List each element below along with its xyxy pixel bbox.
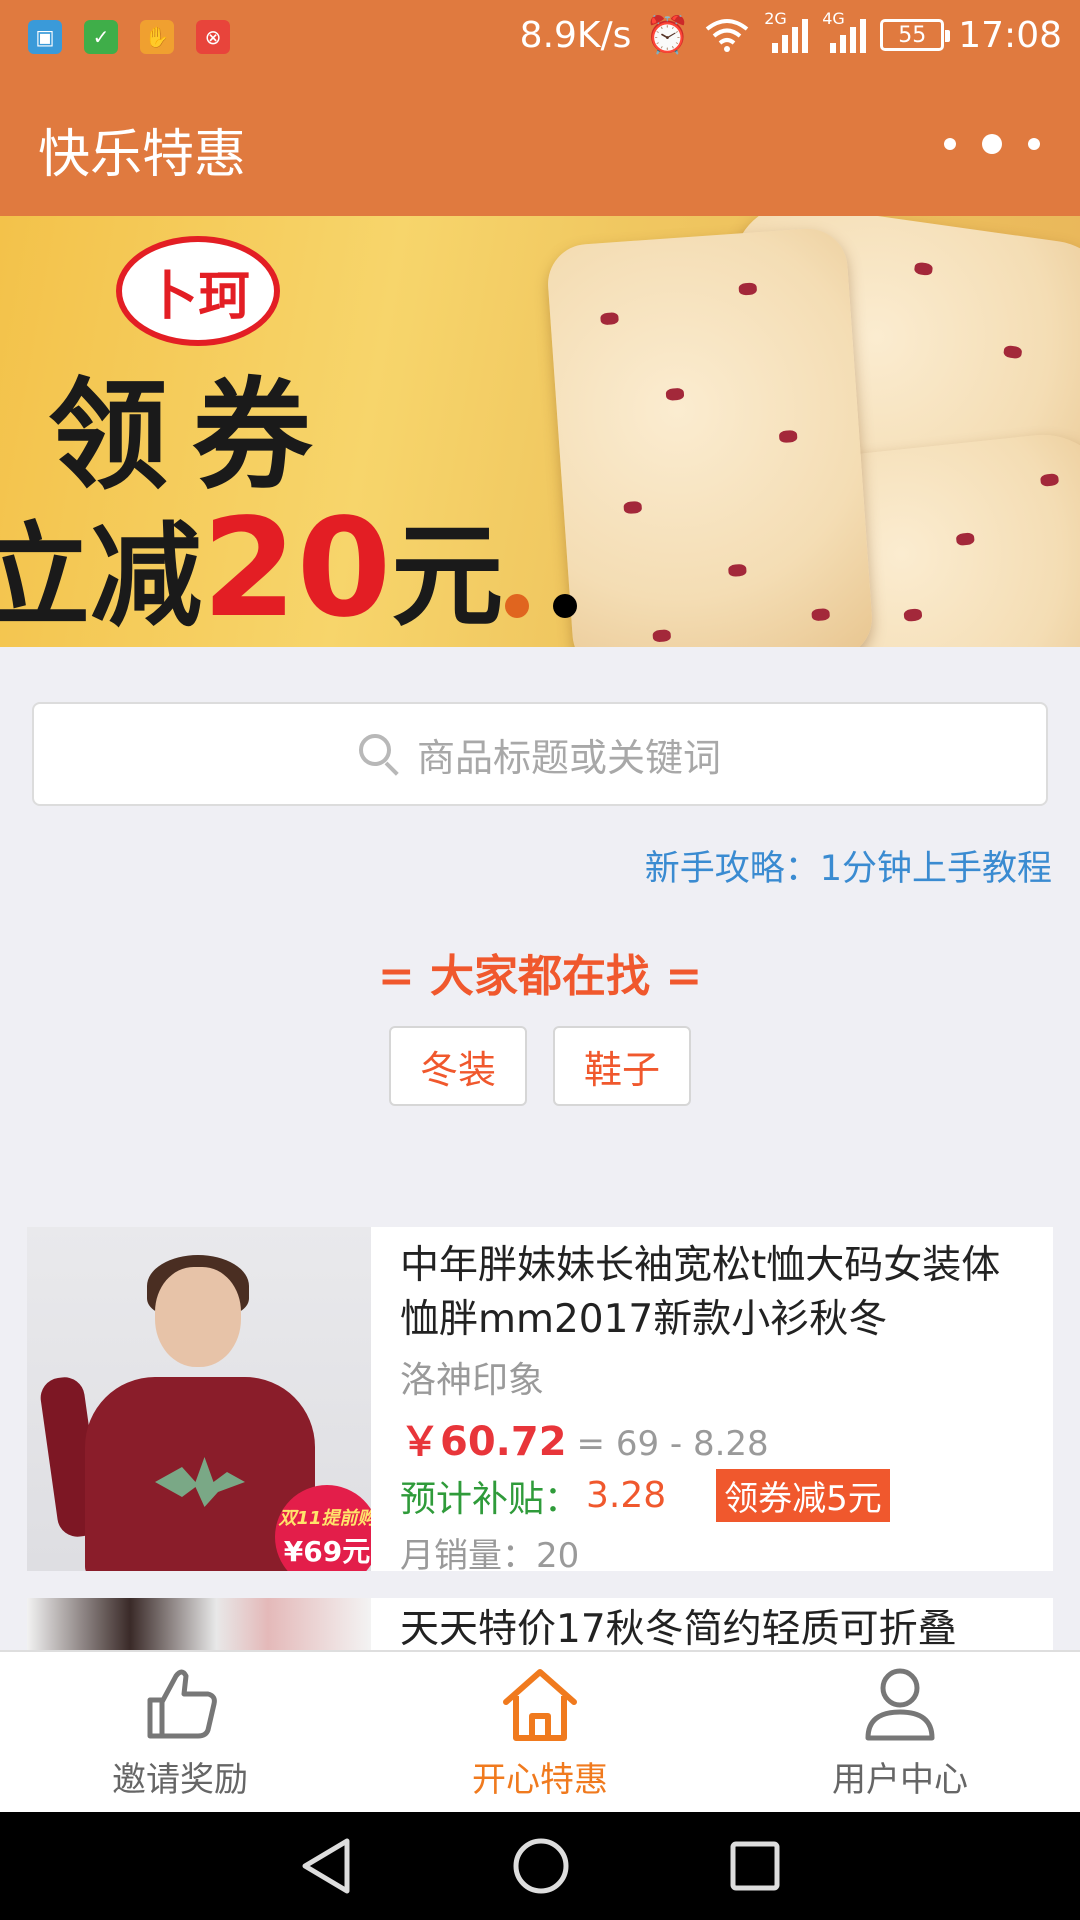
status-bar: ▣ ✓ ✋ ⊗ 8.9K/s ⏰ 2G 4G 55 17:08 (0, 0, 1080, 72)
search-input[interactable]: 商品标题或关键词 (32, 702, 1048, 806)
dot-icon (982, 134, 1002, 154)
popular-searches-title: = 大家都在找 = (377, 951, 703, 1002)
thumbs-up-icon (147, 1669, 217, 1739)
bottom-tab-bar: 邀请奖励 开心特惠 用户中心 (0, 1650, 1080, 1812)
final-price: ￥60.72 (400, 1419, 567, 1465)
dot-icon (1028, 138, 1040, 150)
clock: 17:08 (958, 14, 1062, 56)
home-circle-icon[interactable] (512, 1837, 570, 1895)
alarm-icon: ⏰ (645, 15, 691, 56)
cookie-image (545, 226, 875, 647)
hand-app-icon: ✋ (140, 20, 174, 54)
shield-app-icon: ✓ (84, 20, 118, 54)
wifi-icon (706, 19, 749, 52)
beginner-guide-link[interactable]: 新手攻略：1分钟上手教程 (645, 840, 1052, 891)
app-header: 快乐特惠 (0, 72, 1080, 216)
network-speed: 8.9K/s (519, 14, 632, 56)
tab-label: 开心特惠 (472, 1760, 608, 1800)
tab-happy-deals[interactable]: 开心特惠 (360, 1652, 720, 1812)
product-image: 双11提前购 ¥69元 (27, 1227, 371, 1571)
search-icon (358, 734, 399, 776)
sticker-price: ¥69元 (283, 1535, 371, 1568)
product-card[interactable]: 双11提前购 ¥69元 中年胖妹妹长袖宽松t恤大码女装体恤胖mm2017新款小衫… (27, 1227, 1053, 1571)
subsidy-row: 预计补贴： 3.28 领券减5元 (400, 1469, 1033, 1522)
product-title: 中年胖妹妹长袖宽松t恤大码女装体恤胖mm2017新款小衫秋冬 (400, 1243, 1001, 1342)
banner-suffix: 元 (391, 512, 504, 642)
monthly-sales: 月销量：20 (400, 1536, 580, 1571)
product-image (27, 1598, 371, 1650)
carousel-dot[interactable] (553, 594, 577, 618)
carousel-dot-active[interactable] (505, 594, 529, 618)
back-icon[interactable] (299, 1837, 353, 1895)
battery-icon: 55 (880, 19, 951, 51)
promo-banner[interactable]: 卜珂 领券 立减20元 (0, 216, 1080, 647)
briefcase-app-icon: ▣ (28, 20, 62, 54)
page-title: 快乐特惠 (38, 125, 247, 185)
subsidy-value: 3.28 (586, 1475, 667, 1516)
brand-logo: 卜珂 (116, 236, 280, 346)
red-app-icon: ⊗ (196, 20, 230, 54)
banner-prefix: 立减 (0, 512, 202, 642)
user-icon (865, 1668, 935, 1741)
subsidy-label: 预计补贴： (400, 1478, 581, 1520)
product-card[interactable]: 天天特价17秋冬简约轻质可折叠 (27, 1598, 1053, 1650)
banner-subheadline: 立减20元 (0, 486, 503, 647)
recent-apps-icon[interactable] (729, 1840, 781, 1892)
coupon-badge[interactable]: 领券减5元 (716, 1469, 890, 1522)
system-nav-bar (0, 1812, 1080, 1920)
notification-icons: ▣ ✓ ✋ ⊗ (28, 20, 230, 54)
tab-label: 用户中心 (832, 1760, 968, 1800)
product-title: 天天特价17秋冬简约轻质可折叠 (400, 1607, 957, 1650)
carousel-indicator (505, 594, 577, 618)
tab-user-center[interactable]: 用户中心 (720, 1652, 1080, 1812)
signal-icon-4g: 4G (822, 9, 867, 53)
tab-label: 邀请奖励 (112, 1760, 248, 1800)
status-indicators: 8.9K/s ⏰ 2G 4G 55 17:08 (519, 9, 1062, 56)
price-row: ￥60.72 = 69 - 8.28 (400, 1409, 1033, 1467)
popular-tags: 冬装 鞋子 (0, 1026, 1080, 1106)
banner-amount: 20 (202, 490, 392, 647)
home-icon (503, 1669, 577, 1741)
tab-invite-rewards[interactable]: 邀请奖励 (0, 1652, 360, 1812)
more-menu-button[interactable] (944, 124, 1040, 164)
product-info: 中年胖妹妹长袖宽松t恤大码女装体恤胖mm2017新款小衫秋冬 洛神印象 ￥60.… (400, 1239, 1033, 1571)
sticker-text: 双11提前购 (278, 1508, 371, 1529)
signal-icon-2g: 2G (764, 9, 809, 53)
search-placeholder: 商品标题或关键词 (416, 735, 721, 780)
tag-shoes[interactable]: 鞋子 (553, 1026, 691, 1106)
tag-winter-clothes[interactable]: 冬装 (389, 1026, 527, 1106)
dot-icon (944, 138, 956, 150)
price-calculation: = 69 - 8.28 (576, 1424, 769, 1464)
shop-name: 洛神印象 (400, 1360, 545, 1401)
